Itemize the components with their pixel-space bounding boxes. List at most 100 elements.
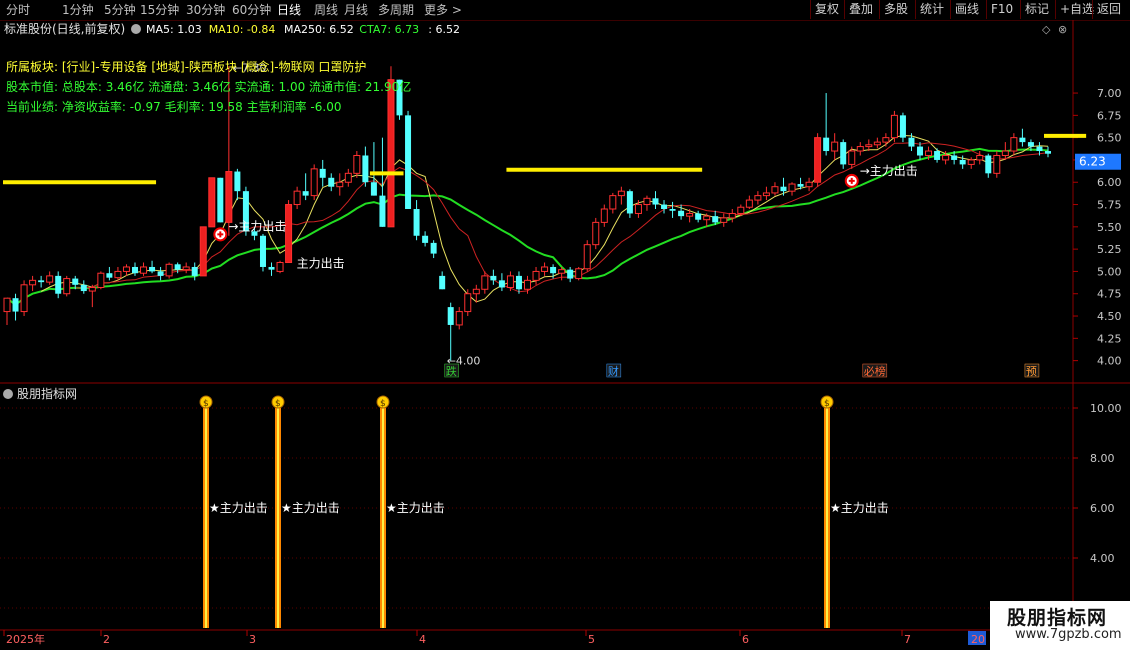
candle-body-3	[29, 279, 37, 286]
candle-body-105	[899, 115, 906, 138]
candle-body-14	[122, 266, 130, 272]
candle-body-74	[634, 204, 642, 214]
candle-body-98	[840, 142, 847, 165]
candle-body-21	[182, 266, 190, 271]
main-ytick-label-8: 6.00	[1097, 176, 1122, 189]
candle-body-37	[319, 168, 326, 178]
signal-text-0: →主力出击	[228, 219, 286, 233]
period-tab-5[interactable]: 60分钟	[232, 2, 271, 18]
close-panel-icon: ⊗	[1058, 23, 1067, 36]
candle-body-62	[532, 270, 540, 281]
candle-body-49	[422, 235, 429, 243]
info-line-2: 当前业绩: 净资收益率: -0.97 毛利率: 19.58 主营利润率 -6.0…	[6, 99, 341, 114]
candle-body-69	[592, 221, 600, 246]
info-line-1: 股本市值: 总股本: 3.46亿 流通盘: 3.46亿 实流通: 1.00 流通…	[6, 79, 411, 94]
candle-body-44	[379, 195, 386, 227]
candle-body-61	[524, 279, 531, 290]
toolbar-button-2[interactable]: 多股	[879, 0, 912, 19]
sub-signal-text-0: ★主力出击	[209, 501, 268, 515]
candle-body-90	[771, 186, 779, 194]
candle-body-12	[106, 273, 113, 278]
toolbar-button-8[interactable]: 返回	[1092, 0, 1125, 19]
candle-body-112	[959, 159, 966, 165]
candle-body-18	[157, 271, 164, 276]
candle-body-70	[600, 208, 608, 223]
sub-signal-text-3: ★主力出击	[830, 501, 889, 515]
candle-body-106	[908, 137, 915, 147]
candle-body-0	[3, 297, 11, 313]
period-tab-1[interactable]: 1分钟	[62, 2, 94, 18]
candle-body-22	[191, 266, 198, 276]
candle-body-85	[728, 212, 736, 219]
xaxis-label-5: 6	[742, 633, 749, 646]
event-marker-text-0: 跌	[446, 364, 457, 378]
period-tab-6[interactable]: 日线	[277, 2, 301, 18]
current-price-text: 6.23	[1079, 155, 1106, 169]
period-tab-10[interactable]: 更多 >	[424, 2, 462, 18]
candle-body-117	[1001, 150, 1009, 156]
toolbar-button-6[interactable]: 标记	[1020, 0, 1053, 19]
candle-body-82	[703, 215, 711, 221]
candle-body-101	[865, 144, 873, 148]
period-tab-9[interactable]: 多周期	[378, 2, 414, 18]
candle-body-67	[575, 268, 583, 280]
candle-body-119	[1019, 137, 1026, 143]
money-bag-symbol-0: $	[203, 399, 209, 409]
main-ytick-label-10: 6.50	[1097, 132, 1122, 145]
watermark-line2: www.7gpzb.com	[1015, 627, 1122, 642]
candle-body-7	[63, 278, 71, 295]
sub-ytick-label-1: 4.00	[1090, 552, 1115, 565]
candle-body-92	[788, 183, 796, 192]
watermark-line1: 股朋指标网	[1007, 607, 1108, 629]
candle-body-55	[472, 288, 480, 295]
candle-body-71	[609, 195, 617, 210]
candle-body-79	[678, 210, 685, 217]
period-tab-7[interactable]: 周线	[314, 2, 338, 18]
money-bag-symbol-3: $	[824, 399, 830, 409]
xaxis-label-1: 2	[103, 633, 110, 646]
candle-body-5	[46, 275, 54, 283]
toolbar-button-1[interactable]: 叠加	[844, 0, 877, 19]
candle-body-68	[583, 244, 591, 270]
candle-body-110	[942, 154, 950, 161]
period-tab-2[interactable]: 5分钟	[104, 2, 136, 18]
candle-body-58	[498, 280, 505, 288]
signal-text-1: 主力出击	[297, 257, 345, 271]
period-tab-0[interactable]: 分时	[6, 2, 30, 18]
candle-body-42	[362, 155, 369, 183]
candle-body-26	[225, 171, 233, 223]
candle-body-40	[344, 172, 352, 183]
period-tab-3[interactable]: 15分钟	[140, 2, 179, 18]
ma-label-0: MA5: 1.03	[146, 23, 202, 36]
toolbar-button-4[interactable]: 画线	[950, 0, 983, 19]
candle-body-121	[1036, 146, 1043, 152]
signal-text-3: →主力出击	[860, 164, 918, 178]
candle-body-56	[481, 275, 489, 290]
sub-ytick-label-4: 10.00	[1090, 402, 1122, 415]
candle-body-72	[617, 190, 625, 197]
event-marker-text-2: 必榜	[864, 364, 886, 378]
candle-body-115	[985, 155, 992, 174]
main-ytick-label-2: 4.50	[1097, 310, 1122, 323]
candle-body-60	[515, 275, 522, 290]
toolbar-button-3[interactable]: 统计	[915, 0, 948, 19]
kline-chart: 4.004.254.504.755.005.255.505.756.006.25…	[0, 20, 1130, 650]
candle-body-77	[661, 204, 668, 209]
event-marker-text-3: 预	[1026, 365, 1037, 378]
period-tab-4[interactable]: 30分钟	[186, 2, 225, 18]
sub-signal-bar-core-3	[826, 408, 828, 628]
sub-settings-icon	[3, 389, 13, 399]
ma-label-2: MA250: 6.52	[284, 23, 354, 36]
candle-body-24	[208, 177, 216, 228]
toolbar-button-5[interactable]: F10	[986, 0, 1017, 19]
candle-body-47	[405, 115, 412, 209]
period-tab-8[interactable]: 月线	[344, 2, 368, 18]
info-line-0: 所属板块: [行业]-专用设备 [地域]-陕西板块 [概念]-物联网 口罩防护	[6, 59, 366, 74]
candle-body-34	[293, 190, 301, 206]
candle-body-17	[149, 266, 156, 272]
candle-body-96	[823, 137, 830, 152]
ma-label-1: MA10: -0.84	[209, 23, 276, 36]
candle-body-91	[780, 186, 787, 192]
settings-circle-icon	[131, 24, 141, 34]
toolbar-button-0[interactable]: 复权	[810, 0, 843, 19]
